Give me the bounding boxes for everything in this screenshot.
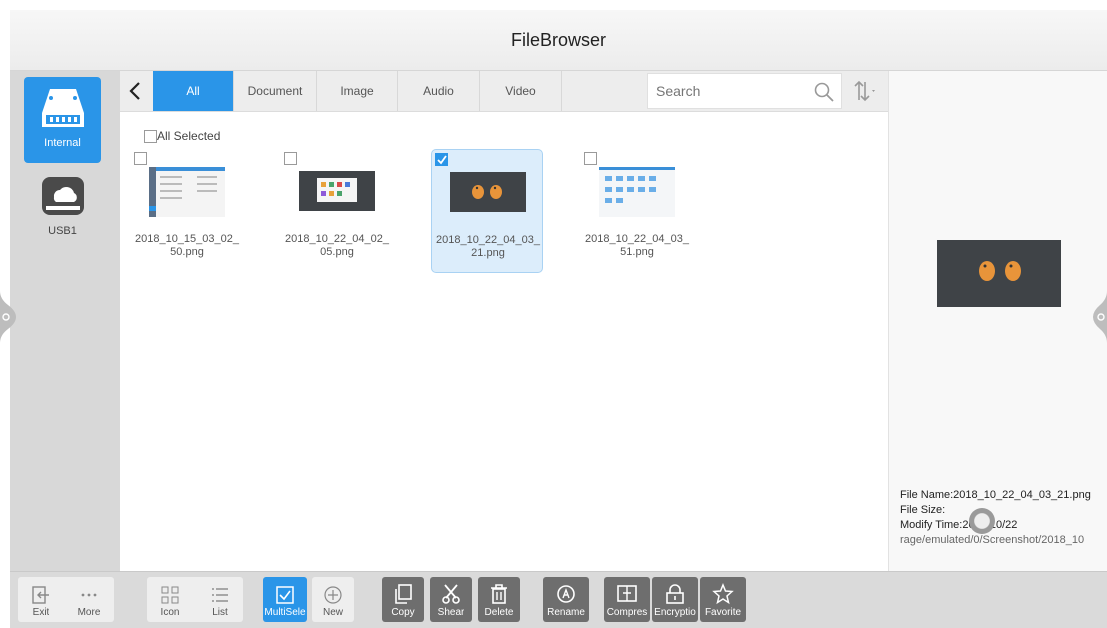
- compress-button[interactable]: Compres: [604, 577, 650, 622]
- trash-icon: [491, 584, 507, 604]
- scissors-icon: [442, 584, 460, 604]
- rename-icon: [557, 585, 575, 603]
- file-item-selected[interactable]: 2018_10_22_04_03_ 21.png: [431, 149, 543, 273]
- file-name-line2: 50.png: [170, 246, 204, 258]
- drive-label-internal: Internal: [44, 137, 81, 149]
- drive-label-usb1: USB1: [48, 225, 77, 237]
- favorite-label: Favorite: [704, 607, 742, 618]
- lock-icon: [666, 584, 684, 604]
- search-input[interactable]: [656, 83, 806, 99]
- copy-button[interactable]: Copy: [382, 577, 424, 622]
- more-label: More: [77, 607, 101, 618]
- tab-image[interactable]: Image: [317, 71, 398, 111]
- tab-audio[interactable]: Audio: [398, 71, 480, 111]
- copy-label: Copy: [391, 607, 415, 618]
- exit-label: Exit: [32, 607, 50, 618]
- file-thumbnail: [299, 171, 375, 211]
- drive-usb1[interactable]: USB1: [24, 167, 101, 253]
- file-item[interactable]: 2018_10_22_04_03_ 51.png: [581, 149, 693, 273]
- sidebar: Internal USB1: [10, 71, 120, 571]
- chevron-left-icon: [129, 82, 140, 100]
- info-file-name: File Name:2018_10_22_04_03_21.png: [900, 489, 1091, 501]
- multiselect-label: MultiSele: [264, 607, 306, 618]
- list-icon: [212, 588, 228, 602]
- info-file-size: File Size:: [900, 504, 946, 516]
- hard-drive-icon: [41, 89, 84, 127]
- sort-button[interactable]: [845, 75, 885, 107]
- file-checkbox[interactable]: [284, 152, 297, 165]
- file-grid: All Selected 2018_10_15_03_02_ 50.png 20…: [120, 112, 888, 571]
- select-all-toggle[interactable]: All Selected: [144, 129, 220, 143]
- file-checkbox[interactable]: [134, 152, 147, 165]
- favorite-button[interactable]: Favorite: [700, 577, 746, 622]
- file-name-line2: 21.png: [471, 247, 505, 259]
- left-drawer-handle[interactable]: [0, 291, 20, 343]
- new-button[interactable]: New: [312, 577, 354, 622]
- more-button[interactable]: More: [68, 577, 110, 622]
- tab-all[interactable]: All: [153, 71, 234, 111]
- rename-label: Rename: [547, 607, 585, 618]
- rename-button[interactable]: Rename: [543, 577, 589, 622]
- search-icon[interactable]: [813, 81, 835, 103]
- preview-pane: File Name:2018_10_22_04_03_21.png File S…: [888, 71, 1107, 571]
- shear-label: Shear: [437, 607, 465, 618]
- shear-button[interactable]: Shear: [430, 577, 472, 622]
- select-all-label: All Selected: [157, 129, 221, 143]
- usb-drive-icon: [41, 177, 84, 215]
- search-box: [647, 73, 842, 109]
- list-view-label: List: [212, 607, 228, 618]
- file-thumbnail: [149, 167, 225, 217]
- file-checkbox[interactable]: [584, 152, 597, 165]
- delete-button[interactable]: Delete: [478, 577, 520, 622]
- app-title: FileBrowser: [510, 29, 607, 50]
- title-bar: FileBrowser: [10, 10, 1107, 71]
- file-checkbox-checked[interactable]: [435, 153, 448, 166]
- right-drawer-handle[interactable]: [1090, 291, 1107, 343]
- file-name-line2: 51.png: [620, 246, 654, 258]
- file-item[interactable]: 2018_10_22_04_02_ 05.png: [281, 149, 393, 273]
- sort-icon: [854, 80, 875, 102]
- file-name-line2: 05.png: [320, 246, 354, 258]
- file-thumbnail: [450, 172, 526, 212]
- select-all-checkbox[interactable]: [144, 129, 157, 143]
- new-label: New: [322, 607, 343, 618]
- multiselect-button[interactable]: MultiSele: [263, 577, 307, 622]
- bottom-toolbar: Exit More Icon List MultiSele New Copy S…: [10, 571, 1107, 628]
- preview-image: [937, 240, 1061, 307]
- exit-button[interactable]: Exit: [20, 577, 62, 622]
- tab-document[interactable]: Document: [234, 71, 317, 111]
- checkbox-icon: [276, 586, 294, 604]
- back-button[interactable]: [120, 71, 150, 111]
- encryption-button[interactable]: Encryptio: [652, 577, 698, 622]
- touch-cursor: [969, 508, 995, 534]
- file-thumbnail: [599, 167, 675, 217]
- category-tabbar: All Document Image Audio Video: [120, 71, 888, 112]
- file-name-line1: 2018_10_22_04_03_: [435, 234, 540, 246]
- icon-view-label: Icon: [160, 607, 180, 618]
- icon-view-button[interactable]: Icon: [149, 577, 191, 622]
- file-info: File Name:2018_10_22_04_03_21.png File S…: [900, 488, 1091, 548]
- copy-icon: [395, 584, 412, 604]
- exit-icon: [32, 586, 49, 604]
- tab-video[interactable]: Video: [480, 71, 562, 111]
- file-name-line1: 2018_10_22_04_02_: [284, 233, 389, 245]
- delete-label: Delete: [484, 607, 514, 618]
- plus-circle-icon: [324, 586, 342, 604]
- star-icon: [712, 583, 734, 605]
- more-icon: [81, 593, 97, 597]
- list-view-button[interactable]: List: [199, 577, 241, 622]
- file-name-line1: 2018_10_15_03_02_: [134, 233, 239, 245]
- compress-label: Compres: [606, 607, 648, 618]
- file-name-line1: 2018_10_22_04_03_: [584, 233, 689, 245]
- drive-internal[interactable]: Internal: [24, 77, 101, 163]
- check-icon: [437, 155, 447, 165]
- encryption-label: Encryptio: [654, 607, 696, 618]
- grid-icon: [161, 586, 179, 604]
- info-path: rage/emulated/0/Screenshot/2018_10: [900, 534, 1085, 546]
- file-item[interactable]: 2018_10_15_03_02_ 50.png: [131, 149, 243, 273]
- compress-icon: [617, 585, 637, 602]
- info-modify-time: Modify Time:2018/10/22: [900, 519, 1018, 531]
